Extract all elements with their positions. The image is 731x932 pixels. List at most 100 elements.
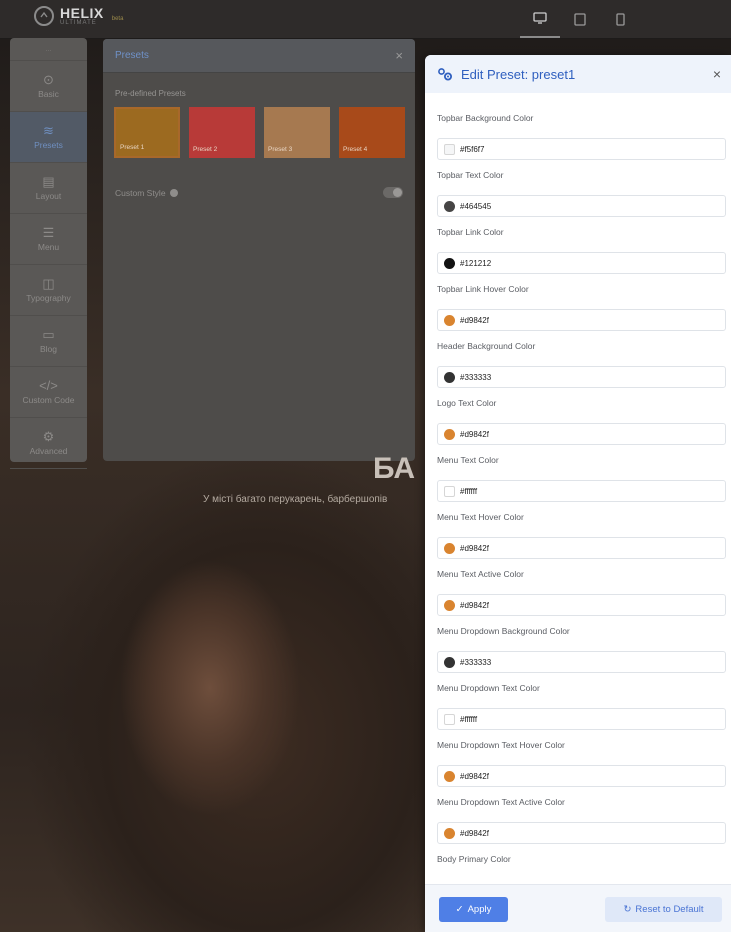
sidebar-item-layout[interactable]: ▤ Layout	[10, 163, 87, 214]
color-field-label: Menu Text Color	[437, 455, 499, 465]
color-field-label: Header Background Color	[437, 341, 536, 351]
color-field: Topbar Link Hover Color #d9842f	[425, 264, 731, 331]
color-field-label: Logo Text Color	[437, 398, 497, 408]
preset-swatch-label: Preset 2	[193, 146, 218, 153]
sidebar-item-label: Custom Code	[22, 395, 75, 405]
sidebar-item-menu[interactable]: ☰ Menu	[10, 214, 87, 265]
logo-text: HELIX	[60, 5, 104, 21]
preset-swatch-label: Preset 1	[120, 144, 145, 151]
typography-icon: ◫	[42, 276, 55, 291]
preset-swatch-label: Preset 3	[268, 146, 293, 153]
mobile-icon	[615, 12, 625, 26]
menu-icon: ☰	[42, 225, 55, 240]
tablet-icon	[574, 12, 586, 26]
color-field-label: Menu Dropdown Text Active Color	[437, 797, 565, 807]
presets-icon: ≋	[43, 123, 54, 138]
close-icon[interactable]: ×	[713, 66, 721, 82]
preset-swatch[interactable]: Preset 2	[189, 107, 255, 158]
color-field: Menu Text Color #ffffff	[425, 435, 731, 502]
edit-preset-footer: ✓ Apply ↻ Reset to Default	[425, 884, 731, 932]
color-field: Menu Dropdown Text Active Color #d9842f	[425, 777, 731, 844]
color-field-label: Topbar Background Color	[437, 113, 534, 123]
custom-style-toggle[interactable]	[383, 187, 403, 198]
custom-style-label: Custom Style	[115, 188, 178, 198]
sidebar-item-label: Presets	[34, 140, 63, 150]
info-icon	[169, 188, 178, 197]
sidebar-item-blog[interactable]: ▭ Blog	[10, 316, 87, 367]
color-field-label: Topbar Text Color	[437, 170, 504, 180]
settings-sidebar: ... ⊙ Basic ≋ Presets ▤ Layout ☰ Menu ◫ Typograph…	[10, 38, 87, 469]
beta-badge: beta	[111, 16, 124, 22]
color-field: Header Background Color #333333	[425, 321, 731, 388]
sidebar-item-basic[interactable]: ⊙ Basic	[10, 61, 87, 112]
desktop-view-button[interactable]	[520, 0, 560, 38]
sidebar-item-custom-code[interactable]: </> Custom Code	[10, 367, 87, 418]
color-fields-list: Topbar Background Color #f5f6f7 Topbar Tex…	[425, 93, 731, 891]
predefined-presets-label: Pre-defined Presets	[115, 89, 186, 98]
reset-button-label: Reset to Default	[635, 904, 704, 915]
edit-preset-panel: Edit Preset: preset1 × Topbar Background…	[425, 55, 731, 932]
edit-preset-header: Edit Preset: preset1 ×	[425, 55, 731, 93]
custom-style-text: Custom Style	[115, 187, 166, 198]
presets-panel: Presets × Pre-defined Presets Preset 1 Pr…	[103, 39, 415, 461]
sidebar-item-label: Layout	[35, 191, 62, 201]
color-field-label: Menu Dropdown Background Color	[437, 626, 570, 636]
reset-to-default-button[interactable]: ↻ Reset to Default	[605, 897, 722, 922]
sidebar-item-presets[interactable]: ≋ Presets	[10, 112, 87, 163]
sidebar-item-label: Typography	[26, 293, 71, 303]
device-switcher	[520, 0, 640, 38]
sidebar-item-advanced[interactable]: ⚙ Advanced	[10, 418, 87, 469]
preset-swatch[interactable]: Preset 1	[114, 107, 180, 158]
color-field: Menu Text Active Color #d9842f	[425, 549, 731, 616]
color-field: Menu Dropdown Background Color #333333	[425, 606, 731, 673]
color-field: Menu Dropdown Text Hover Color #d9842f	[425, 720, 731, 787]
tablet-view-button[interactable]	[560, 0, 600, 38]
color-field-label: Topbar Link Hover Color	[437, 284, 529, 294]
sidebar-item-typography[interactable]: ◫ Typography	[10, 265, 87, 316]
color-field-label: Menu Dropdown Text Color	[437, 683, 540, 693]
helix-logo: HELIX ULTIMATE beta	[34, 6, 123, 26]
settings-icon	[438, 68, 452, 81]
apply-button-label: Apply	[467, 904, 492, 915]
custom-code-icon: </>	[39, 378, 58, 393]
edit-preset-title: Edit Preset: preset1	[461, 66, 576, 82]
color-field: Logo Text Color #d9842f	[425, 378, 731, 445]
blog-icon: ▭	[42, 327, 55, 342]
mobile-view-button[interactable]	[600, 0, 640, 38]
advanced-icon: ⚙	[42, 429, 55, 444]
preset-swatches: Preset 1 Preset 2 Preset 3 Preset 4	[114, 107, 405, 158]
layout-icon: ▤	[42, 174, 55, 189]
color-field: Menu Text Hover Color #d9842f	[425, 492, 731, 559]
color-field-label: Topbar Link Color	[437, 227, 504, 237]
sidebar-item-label: Advanced	[29, 446, 68, 456]
check-icon: ✓	[455, 904, 464, 915]
top-toolbar: HELIX ULTIMATE beta	[0, 0, 731, 39]
sidebar-item-label: Blog	[39, 344, 57, 354]
presets-panel-title: Presets	[115, 50, 149, 61]
hero-title: БА	[373, 452, 416, 485]
preset-swatch[interactable]: Preset 4	[339, 107, 405, 158]
color-field: Topbar Text Color #464545	[425, 150, 731, 217]
color-field: Topbar Background Color #f5f6f7	[425, 93, 731, 160]
desktop-icon	[533, 12, 547, 24]
preset-swatch[interactable]: Preset 3	[264, 107, 330, 158]
color-field: Menu Dropdown Text Color #ffffff	[425, 663, 731, 730]
color-field: Body Primary Color	[425, 834, 731, 891]
color-field: Topbar Link Color #121212	[425, 207, 731, 274]
sidebar-header: ...	[10, 38, 87, 61]
apply-button[interactable]: ✓ Apply	[439, 897, 508, 922]
color-field-label: Menu Text Active Color	[437, 569, 524, 579]
logo-icon	[34, 6, 54, 26]
close-icon[interactable]: ×	[395, 48, 403, 63]
basic-icon: ⊙	[43, 72, 54, 87]
color-field-label: Menu Dropdown Text Hover Color	[437, 740, 565, 750]
preset-swatch-label: Preset 4	[343, 146, 368, 153]
sidebar-item-label: Menu	[37, 242, 60, 252]
color-field-label: Menu Text Hover Color	[437, 512, 524, 522]
refresh-icon: ↻	[623, 904, 632, 915]
custom-style-row: Custom Style	[115, 187, 403, 198]
sidebar-item-label: Basic	[38, 89, 59, 99]
hero-subtitle: У місті багато перукарень, барбершопів	[203, 494, 388, 505]
color-field-label: Body Primary Color	[437, 854, 511, 864]
presets-panel-header: Presets ×	[103, 39, 415, 73]
